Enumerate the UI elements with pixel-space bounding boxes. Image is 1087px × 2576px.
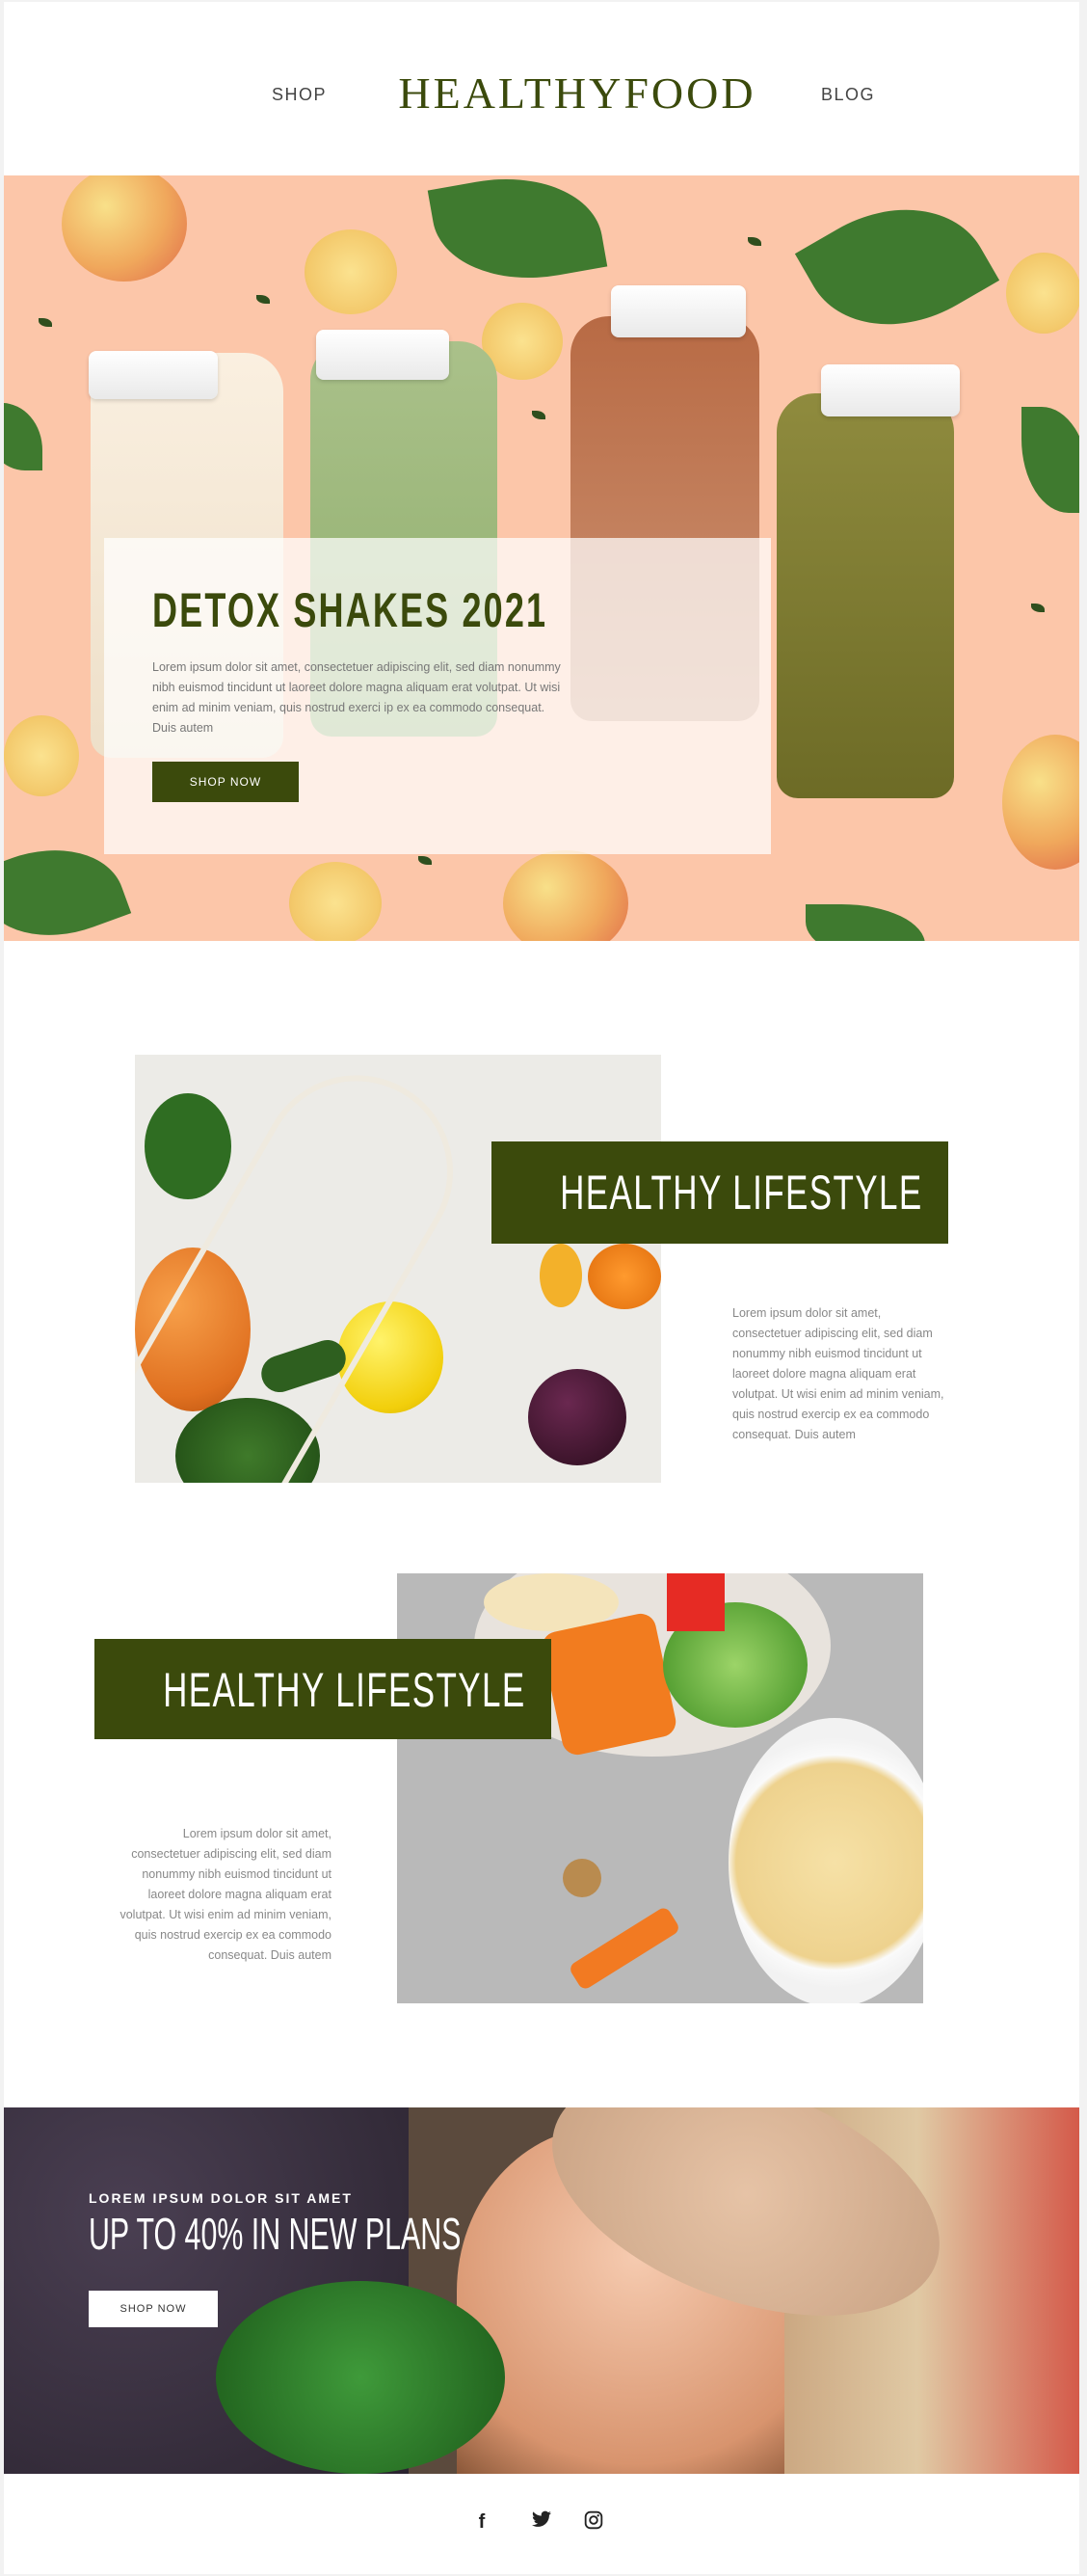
herbs-image — [145, 1093, 231, 1199]
ginger-slice-image — [4, 715, 79, 796]
grain-bowl-image — [729, 1718, 923, 2003]
orange-image — [588, 1244, 661, 1309]
tomato-image — [667, 1573, 725, 1631]
pepper-image — [540, 1244, 582, 1307]
feature1-title: HEALTHY LIFESTYLE — [560, 1166, 923, 1220]
leaf-bit-image — [1031, 604, 1045, 612]
promo-title: UP TO 40% IN NEW PLANS — [89, 2209, 462, 2259]
ginger-slice-image — [289, 862, 382, 941]
spinach-leaf-image — [806, 904, 925, 941]
twitter-icon[interactable] — [530, 2510, 553, 2534]
herbs-bunch-image — [216, 2281, 505, 2474]
spinach-leaf-image — [1021, 407, 1079, 513]
ginger-slice-image — [1006, 253, 1079, 334]
page: SHOP HEALTHYFOOD BLOG DETOX SHAKES 2021 … — [4, 2, 1079, 2574]
feature2-title: HEALTHY LIFESTYLE — [163, 1663, 526, 1717]
leaf-bit-image — [748, 237, 761, 246]
leaf-bit-image — [256, 295, 270, 304]
leaf-bit-image — [39, 318, 52, 327]
hero-description: Lorem ipsum dolor sit amet, consectetuer… — [152, 660, 561, 735]
feature2-description: Lorem ipsum dolor sit amet, consectetuer… — [119, 1827, 331, 1962]
bottle-cap-image — [89, 351, 218, 399]
peach-image — [503, 850, 628, 941]
leaf-bit-image — [418, 856, 432, 865]
nav-shop-link[interactable]: SHOP — [272, 85, 327, 105]
facebook-icon[interactable]: f — [470, 2510, 493, 2534]
carrot-image — [568, 1905, 681, 1992]
hero-shop-now-button[interactable]: SHOP NOW — [152, 762, 299, 802]
bottle-cap-image — [611, 285, 746, 337]
site-logo[interactable]: HEALTHYFOOD — [389, 67, 765, 119]
spinach-leaf-image — [4, 403, 42, 470]
promo-banner: LOREM IPSUM DOLOR SIT AMET UP TO 40% IN … — [4, 2107, 1079, 2474]
feature1-title-badge: HEALTHY LIFESTYLE — [491, 1141, 948, 1244]
promo-shop-now-button[interactable]: SHOP NOW — [89, 2291, 218, 2327]
twitter-icon-svg — [532, 2510, 551, 2527]
bottle-cap-image — [316, 330, 449, 380]
bowl-photo — [397, 1573, 923, 2003]
nav-blog-link[interactable]: BLOG — [821, 85, 875, 105]
bottle-cap-image — [821, 364, 960, 416]
bottle-image — [777, 393, 954, 798]
feature1-description: Lorem ipsum dolor sit amet, consectetuer… — [732, 1306, 944, 1441]
site-header: SHOP HEALTHYFOOD BLOG — [4, 2, 1079, 175]
site-footer: f — [4, 2474, 1079, 2574]
produce-photo — [135, 1055, 661, 1483]
feature2-title-badge: HEALTHY LIFESTYLE — [94, 1639, 551, 1739]
spinach-leaf-image — [794, 175, 1000, 362]
hero-banner: DETOX SHAKES 2021 Lorem ipsum dolor sit … — [4, 175, 1079, 941]
promo-kicker: LOREM IPSUM DOLOR SIT AMET — [89, 2190, 353, 2206]
instagram-icon[interactable] — [582, 2510, 605, 2534]
plum-image — [528, 1369, 626, 1465]
hero-title: DETOX SHAKES 2021 — [152, 583, 548, 637]
leaf-bit-image — [532, 411, 545, 419]
chickpea-image — [563, 1859, 601, 1897]
ginger-slice-image — [305, 229, 397, 314]
peach-image — [62, 175, 187, 282]
instagram-icon-svg — [584, 2510, 603, 2530]
spinach-leaf-image — [427, 175, 608, 295]
peach-image — [1002, 735, 1079, 870]
hero-card: DETOX SHAKES 2021 Lorem ipsum dolor sit … — [104, 538, 771, 854]
